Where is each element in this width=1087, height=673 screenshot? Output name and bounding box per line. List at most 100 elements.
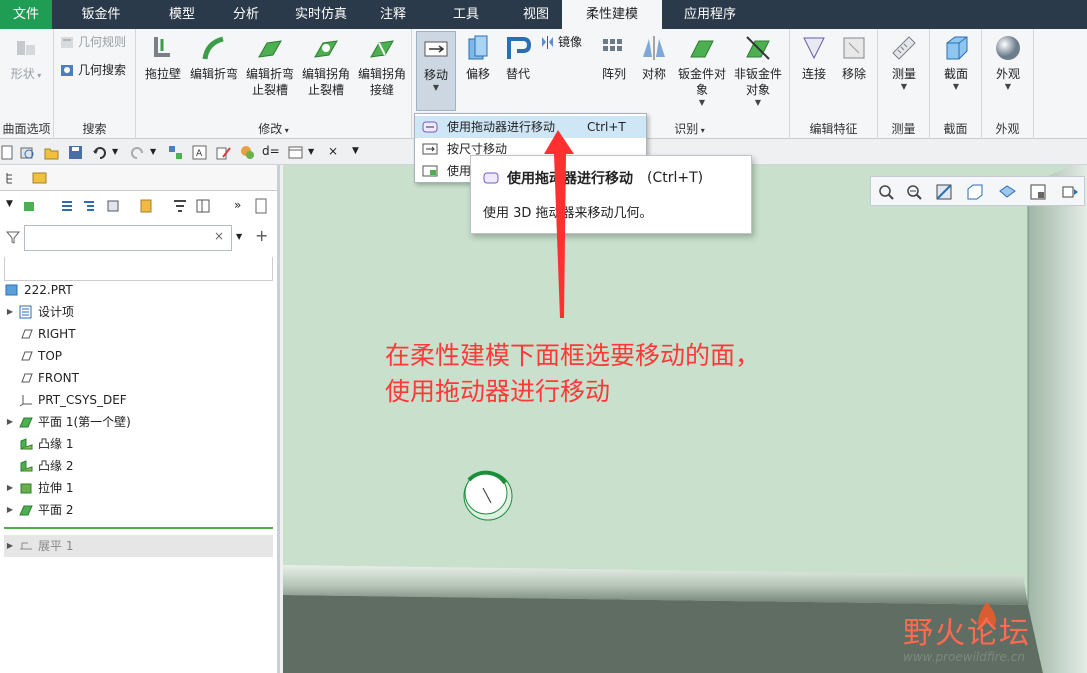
filter-tree-icon[interactable]	[172, 199, 188, 213]
redo-icon[interactable]	[130, 145, 145, 160]
add-filter-icon[interactable]: +	[255, 226, 268, 245]
columns-icon[interactable]	[196, 199, 210, 213]
edit-corner-seam-button[interactable]: 编辑拐角接缝	[354, 33, 410, 98]
model-tree-panel: ▼ » × ▼ + 222.PRT ▶ 设计项 RIGHT TOP FRONT PRT_C…	[0, 165, 280, 673]
undo-icon[interactable]	[92, 145, 107, 160]
tree-item-label: 凸缘 1	[38, 437, 74, 451]
tab-view[interactable]: 视图	[510, 0, 562, 29]
open-folder-icon[interactable]	[44, 145, 59, 160]
replace-button[interactable]: 替代	[498, 33, 538, 82]
saved-views-icon[interactable]	[997, 183, 1019, 201]
zoom-out-icon[interactable]	[905, 183, 923, 201]
refit-icon[interactable]	[877, 183, 895, 201]
edit-icon[interactable]	[216, 145, 231, 160]
edit-corner-relief-button[interactable]: 编辑拐角止裂槽	[298, 33, 354, 98]
tree-item[interactable]: ▶ 平面 1(第一个壁)	[4, 411, 131, 433]
view-toolbar	[870, 176, 1085, 206]
tab-sheetmetal[interactable]: 钣金件	[52, 0, 150, 29]
tab-annotate[interactable]: 注释	[364, 0, 422, 29]
layers-icon[interactable]	[106, 199, 120, 213]
expand-arrow-icon[interactable]: ▶	[4, 499, 16, 521]
hole-feature[interactable]	[463, 470, 513, 521]
dimension-move-icon	[422, 143, 438, 155]
tree-item[interactable]: 凸缘 1	[4, 433, 73, 455]
more-icon[interactable]: »	[234, 198, 241, 212]
customize-toolbar-icon[interactable]: ▼	[352, 146, 367, 161]
pattern-button[interactable]: 阵列	[594, 33, 634, 82]
undo-dropdown-icon[interactable]: ▼	[112, 147, 127, 162]
view-manager-icon[interactable]	[1029, 183, 1047, 201]
group-edit-features: 连接 移除 编辑特征	[790, 29, 878, 139]
section-button[interactable]: 截面 ▼	[936, 33, 976, 92]
tree-item[interactable]: ▶ 拉伸 1	[4, 477, 74, 499]
windows-icon[interactable]	[288, 145, 303, 160]
search-dropdown-icon[interactable]: ▼	[236, 232, 242, 241]
appearance-gallery-icon[interactable]	[240, 145, 255, 160]
tab-applications[interactable]: 应用程序	[662, 0, 758, 29]
appearance-button[interactable]: 外观 ▼	[988, 33, 1028, 92]
model-tree-tab-icon[interactable]	[4, 171, 18, 185]
settings-icon[interactable]	[138, 198, 154, 214]
measure-button[interactable]: 测量 ▼	[884, 33, 924, 92]
clear-search-icon[interactable]: ×	[214, 229, 224, 243]
tree-item[interactable]: TOP	[4, 345, 62, 367]
tab-tools[interactable]: 工具	[422, 0, 510, 29]
tree-search-input[interactable]	[24, 225, 232, 251]
show-dropdown-icon[interactable]: ▼	[6, 199, 13, 209]
mirror-button[interactable]: 镜像	[540, 33, 582, 51]
geometry-search-button[interactable]: 几何搜索	[60, 61, 126, 79]
expand-arrow-icon[interactable]: ▶	[4, 301, 16, 323]
tree-item[interactable]: RIGHT	[4, 323, 76, 345]
edit-bend-icon	[202, 36, 224, 60]
symmetry-button[interactable]: 对称	[634, 33, 674, 82]
tree-item[interactable]: PRT_CSYS_DEF	[4, 389, 127, 411]
geometry-rules-button[interactable]: 几何规则	[60, 33, 126, 51]
tree-root[interactable]: 222.PRT	[2, 279, 73, 301]
edit-bend-relief-button[interactable]: 编辑折弯止裂槽	[242, 33, 298, 98]
drag-wall-button[interactable]: 拖拉壁	[140, 33, 186, 82]
text-icon[interactable]: A	[192, 145, 207, 160]
expand-arrow-icon[interactable]: ▶	[4, 411, 16, 433]
redo-dropdown-icon[interactable]: ▼	[150, 147, 165, 162]
expand-arrow-icon[interactable]: ▶	[4, 477, 16, 499]
display-style-icon[interactable]	[965, 183, 985, 201]
expand-arrow-icon[interactable]: ▶	[4, 535, 16, 557]
watermark-url: www.proewildfire.cn	[903, 650, 1025, 664]
shape-button[interactable]: 形状 ▾	[4, 33, 48, 84]
tab-model[interactable]: 模型	[150, 0, 214, 29]
tree-item[interactable]: FRONT	[4, 367, 79, 389]
tab-realtime-simulation[interactable]: 实时仿真	[278, 0, 364, 29]
tree-header-spacer	[4, 257, 273, 281]
tab-file[interactable]: 文件	[0, 0, 52, 29]
panel-tabs	[0, 165, 277, 191]
connect-button[interactable]: 连接	[794, 33, 834, 82]
folder-browser-tab-icon[interactable]	[32, 170, 48, 186]
tree-item[interactable]: ▶ 设计项	[4, 301, 74, 323]
tree-list-icon[interactable]	[60, 199, 74, 213]
dimension-icon[interactable]: d=	[262, 144, 282, 159]
document-icon[interactable]	[254, 198, 268, 214]
windows-dropdown-icon[interactable]: ▼	[308, 147, 323, 162]
tree-item-suppressed[interactable]: ▶ 展平 1	[4, 535, 273, 557]
move-button[interactable]: 移动 ▼	[416, 31, 456, 111]
regenerate-model-icon[interactable]	[168, 145, 183, 160]
group-label-edit-features: 编辑特征	[809, 122, 858, 136]
sheetmetal-object-button[interactable]: 钣金件对象 ▼	[674, 33, 730, 108]
annotation-display-icon[interactable]	[1061, 183, 1079, 201]
repaint-icon[interactable]	[935, 183, 953, 201]
tree-item[interactable]: ▶ 平面 2	[4, 499, 74, 521]
tab-analysis[interactable]: 分析	[214, 0, 278, 29]
model-icon[interactable]	[22, 199, 36, 213]
regenerate-icon[interactable]	[20, 145, 35, 160]
tree-detail-icon[interactable]	[82, 199, 96, 213]
new-file-icon[interactable]	[0, 145, 15, 160]
remove-button[interactable]: 移除	[834, 33, 874, 82]
close-window-icon[interactable]: ⨯	[328, 144, 343, 159]
offset-button[interactable]: 偏移	[458, 33, 498, 82]
edit-bend-button[interactable]: 编辑折弯	[186, 33, 242, 82]
tab-flexible-modeling[interactable]: 柔性建模	[562, 0, 662, 29]
graphics-canvas[interactable]: 野火论坛 www.proewildfire.cn	[283, 165, 1087, 673]
non-sheetmetal-object-button[interactable]: 非钣金件对象 ▼	[730, 33, 786, 108]
save-icon[interactable]	[68, 145, 83, 160]
tree-item[interactable]: 凸缘 2	[4, 455, 73, 477]
